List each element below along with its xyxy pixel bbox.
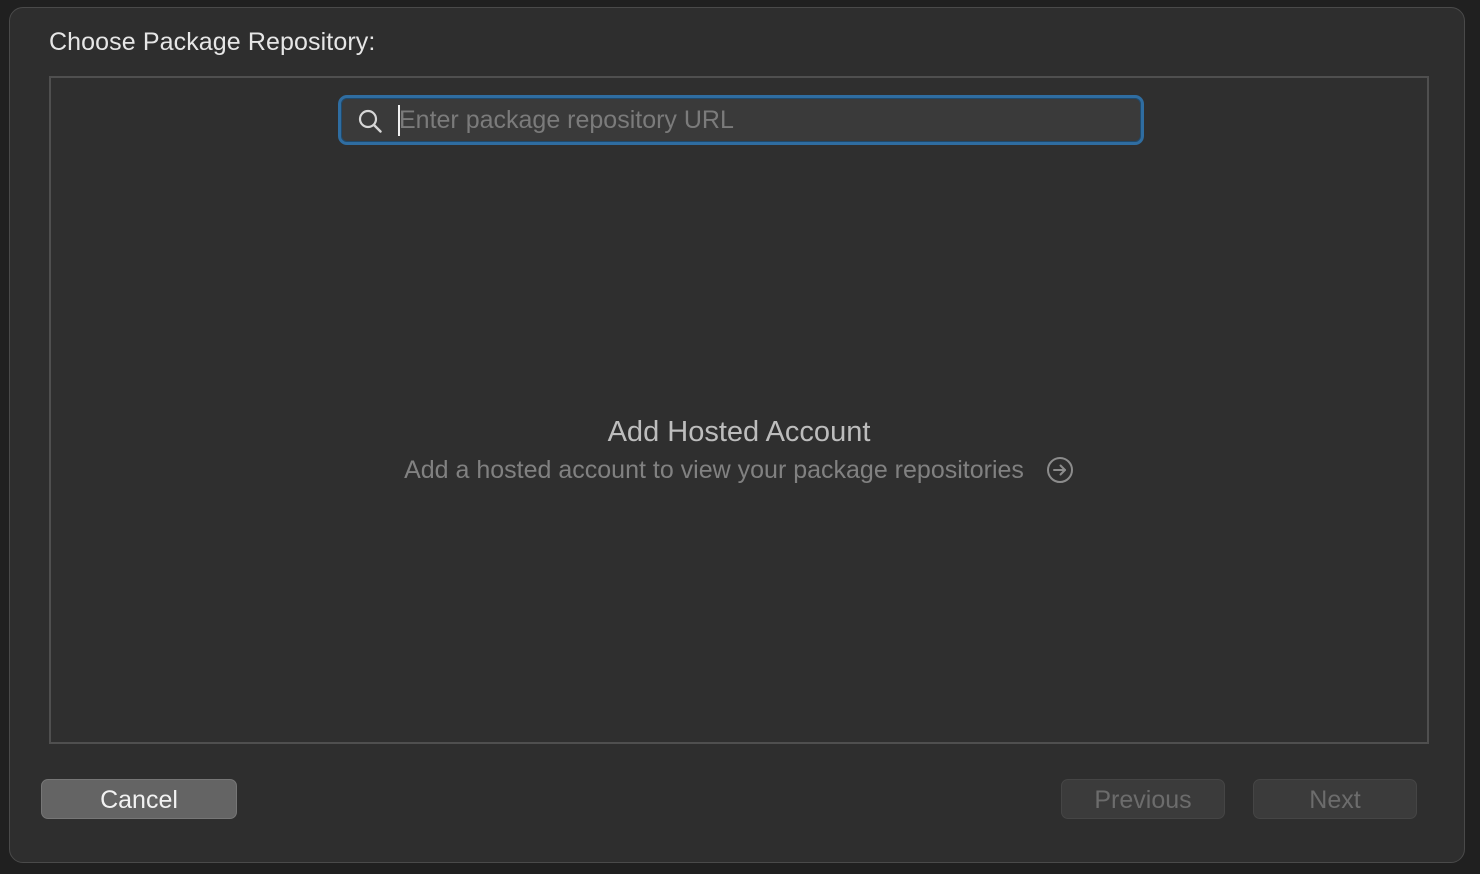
repository-url-input[interactable] — [397, 103, 1129, 137]
text-caret — [398, 105, 400, 136]
empty-state: Add Hosted Account Add a hosted account … — [51, 414, 1427, 486]
previous-button[interactable]: Previous — [1061, 779, 1225, 819]
search-field[interactable] — [338, 95, 1144, 145]
next-button[interactable]: Next — [1253, 779, 1417, 819]
repository-list-panel: Add Hosted Account Add a hosted account … — [49, 76, 1429, 744]
add-hosted-account-link[interactable]: Add a hosted account to view your packag… — [404, 454, 1074, 486]
empty-state-subtitle: Add a hosted account to view your packag… — [404, 456, 1024, 484]
choose-package-repository-dialog: Choose Package Repository: Add Hosted Ac… — [9, 7, 1465, 863]
dialog-title: Choose Package Repository: — [49, 28, 376, 56]
cancel-button[interactable]: Cancel — [41, 779, 237, 819]
search-icon — [358, 109, 382, 133]
empty-state-title: Add Hosted Account — [607, 416, 871, 448]
arrow-right-circle-icon[interactable] — [1046, 456, 1074, 484]
